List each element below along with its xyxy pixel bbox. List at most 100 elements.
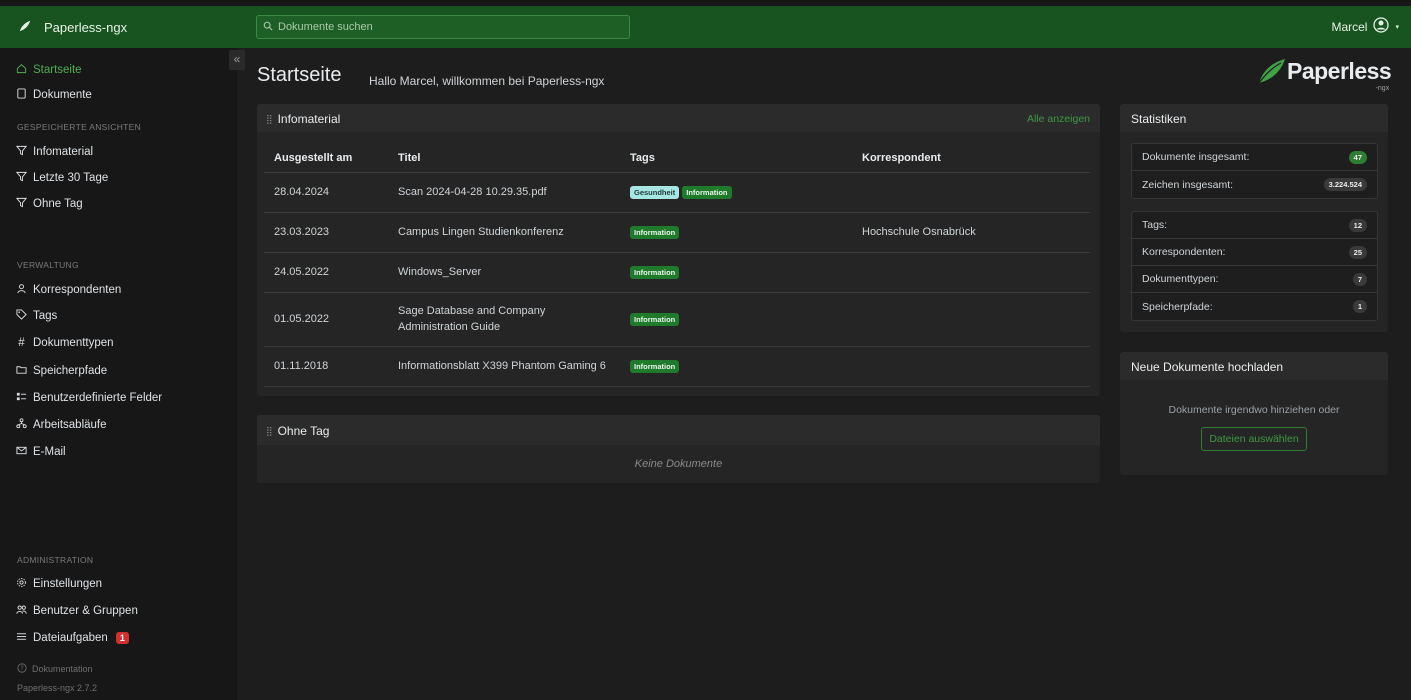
stat-value: 3.224.524 (1323, 178, 1367, 191)
date-cell: 01.05.2022 (264, 292, 388, 347)
tag-badge[interactable]: Information (682, 185, 732, 199)
table-row[interactable]: 01.05.2022 Sage Database and Company Adm… (264, 292, 1090, 347)
stat-value: 47 (1348, 150, 1367, 164)
user-menu[interactable]: Marcel ▾ (1331, 17, 1399, 36)
sidebar-item-label: Einstellungen (33, 578, 103, 590)
sidebar-item-arbeitsablaeufe[interactable]: Arbeitsabläufe (16, 418, 107, 432)
management-header: VERWALTUNG (17, 260, 79, 270)
sidebar-item-label: E-Mail (33, 446, 66, 458)
stat-row[interactable]: Korrespondenten: 25 (1132, 239, 1377, 266)
user-avatar-icon (1373, 17, 1390, 36)
stat-label: Speicherpfade: (1142, 300, 1213, 313)
card-title-text: Infomaterial (277, 112, 341, 126)
sidebar-item-label: Startseite (33, 64, 82, 76)
sidebar-item-letzte-30-tage[interactable]: Letzte 30 Tage (15, 171, 109, 185)
search-input[interactable]: Dokumente suchen (256, 15, 630, 39)
card-title[interactable]: ⣿ Ohne Tag (266, 424, 329, 438)
sidebar-item-speicherpfade[interactable]: Speicherpfade (16, 364, 107, 378)
help-icon: ? (17, 663, 27, 675)
stat-row[interactable]: Tags: 12 (1132, 212, 1377, 239)
stat-row[interactable]: Dokumente insgesamt: 47 (1132, 144, 1377, 171)
sidebar-collapse-button[interactable]: « (229, 50, 245, 70)
drag-handle-icon[interactable]: ⣿ (266, 426, 273, 437)
table-row[interactable]: 23.03.2023 Campus Lingen Studienkonferen… (264, 212, 1090, 253)
sidebar-item-label: Dokumenttypen (33, 337, 114, 349)
sidebar-item-label: Speicherpfade (33, 365, 108, 377)
sidebar-item-korrespondenten[interactable]: Korrespondenten (16, 283, 121, 297)
dropzone-text[interactable]: Dokumente irgendwo hinziehen oder (1120, 404, 1388, 416)
sidebar-item-label: Korrespondenten (33, 284, 122, 296)
fields-icon (16, 391, 27, 405)
sidebar-item-infomaterial[interactable]: Infomaterial (15, 145, 93, 159)
stat-row[interactable]: Speicherpfade: 1 (1132, 293, 1377, 320)
leaf-icon (18, 19, 32, 36)
tag-badge[interactable]: Information (630, 359, 680, 373)
sidebar-item-label: Letzte 30 Tage (33, 172, 109, 184)
sidebar-item-einstellungen[interactable]: Einstellungen (16, 577, 102, 591)
table-row[interactable]: 01.11.2018 Informationsblatt X399 Phanto… (264, 346, 1090, 387)
tags-cell: Information (620, 346, 852, 387)
ohne-tag-widget: ⣿ Ohne Tag Keine Dokumente (257, 415, 1100, 483)
title-cell[interactable]: Campus Lingen Studienkonferenz (388, 212, 620, 253)
show-all-link[interactable]: Alle anzeigen (1027, 113, 1090, 125)
list-icon (16, 631, 27, 645)
sidebar-item-startseite[interactable]: Startseite (16, 63, 82, 77)
table-row[interactable]: 28.04.2024 Scan 2024-04-28 10.29.35.pdf … (264, 172, 1090, 213)
title-cell[interactable]: Windows_Server (388, 252, 620, 293)
correspondent-cell: Hochschule Osnabrück (852, 212, 1090, 253)
correspondent-cell (852, 292, 1090, 347)
sidebar-item-label: Benutzer & Gruppen (33, 605, 138, 617)
hash-icon: # (18, 337, 25, 349)
filter-icon (15, 145, 28, 159)
date-cell: 23.03.2023 (264, 212, 388, 253)
column-header[interactable]: Tags (620, 144, 852, 173)
column-header[interactable]: Korrespondent (852, 144, 1090, 173)
documentation-link[interactable]: ? Dokumentation (17, 663, 93, 675)
sidebar-item-benutzerdefinierte-felder[interactable]: Benutzerdefinierte Felder (16, 391, 162, 405)
column-header[interactable]: Titel (388, 144, 620, 173)
tag-badge[interactable]: Information (630, 265, 680, 279)
sidebar-item-label: Tags (33, 310, 58, 322)
title-cell[interactable]: Informationsblatt X399 Phantom Gaming 6 (388, 346, 620, 387)
date-cell: 28.04.2024 (264, 172, 388, 213)
filter-icon (15, 171, 28, 185)
sidebar-item-dateiaufgaben[interactable]: Dateiaufgaben 1 (16, 631, 129, 645)
notification-badge: 1 (115, 632, 129, 644)
documents-table: Ausgestellt am Titel Tags Korrespondent … (264, 144, 1090, 387)
folder-icon (16, 364, 27, 378)
sidebar-item-dokumenttypen[interactable]: # Dokumenttypen (16, 337, 114, 349)
column-header[interactable]: Ausgestellt am (264, 144, 388, 173)
sidebar-item-ohne-tag[interactable]: Ohne Tag (15, 197, 83, 211)
sidebar-item-tags[interactable]: Tags (16, 309, 57, 323)
paperless-logo: Paperless -ngx (1257, 57, 1392, 92)
sidebar-item-benutzer-gruppen[interactable]: Benutzer & Gruppen (16, 604, 138, 618)
tags-cell: Gesundheit Information (620, 172, 852, 213)
tags-cell: Information (620, 212, 852, 253)
card-title-text: Ohne Tag (277, 424, 330, 438)
title-cell[interactable]: Sage Database and Company Administration… (388, 292, 620, 347)
stats-group-documents: Dokumente insgesamt: 47 Zeichen insgesam… (1131, 143, 1378, 199)
mail-icon (16, 445, 27, 459)
card-title[interactable]: ⣿ Infomaterial (266, 112, 340, 126)
app-brand[interactable]: Paperless-ngx (0, 19, 256, 36)
sidebar-item-dokumente[interactable]: Dokumente (16, 88, 92, 102)
sidebar-item-email[interactable]: E-Mail (16, 445, 66, 459)
sidebar-item-label: Dateiaufgaben (33, 632, 108, 644)
date-cell: 01.11.2018 (264, 346, 388, 387)
stat-row: Zeichen insgesamt: 3.224.524 (1132, 171, 1377, 198)
document-icon (16, 88, 27, 102)
empty-state: Keine Dokumente (634, 458, 723, 470)
drag-handle-icon[interactable]: ⣿ (266, 114, 273, 125)
correspondent-cell (852, 172, 1090, 213)
tag-badge[interactable]: Information (630, 225, 680, 239)
tag-badge[interactable]: Gesundheit (630, 185, 680, 199)
choose-files-button[interactable]: Dateien auswählen (1201, 427, 1307, 451)
tag-badge[interactable]: Information (630, 312, 680, 326)
workflow-icon (16, 418, 27, 432)
app-name: Paperless-ngx (44, 19, 128, 35)
stat-row[interactable]: Dokumenttypen: 7 (1132, 266, 1377, 293)
table-row[interactable]: 24.05.2022 Windows_Server Information (264, 252, 1090, 293)
card-title-text: Statistiken (1131, 112, 1187, 126)
user-name: Marcel (1331, 19, 1368, 34)
title-cell[interactable]: Scan 2024-04-28 10.29.35.pdf (388, 172, 620, 213)
